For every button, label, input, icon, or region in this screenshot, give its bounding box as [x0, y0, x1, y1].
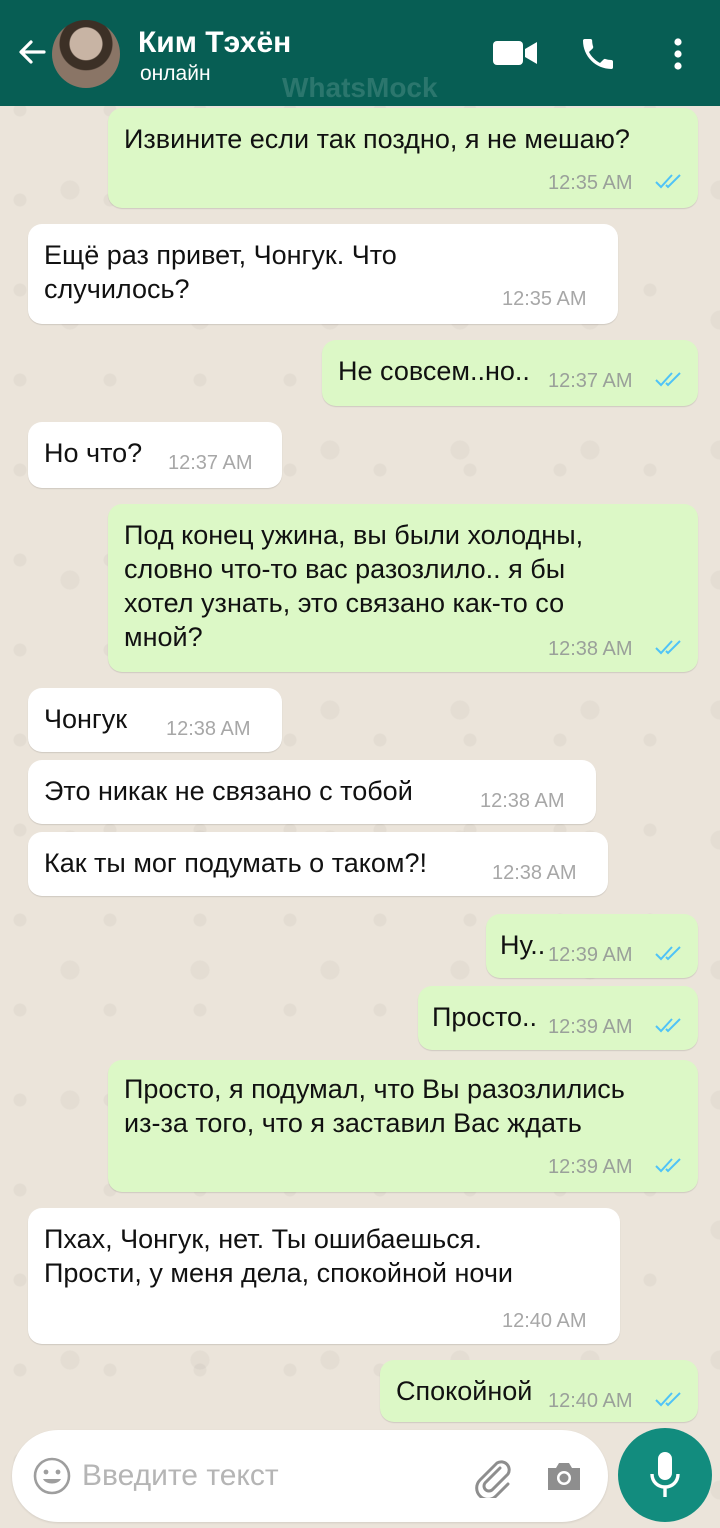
message-text: Ещё раз привет, Чонгук. Что случилось?: [44, 240, 397, 304]
double-check-icon: [655, 1392, 681, 1407]
phone-icon[interactable]: [578, 34, 618, 74]
double-check-icon: [655, 372, 681, 387]
message-input[interactable]: [82, 1450, 452, 1502]
double-check-icon: [655, 1158, 681, 1173]
contact-name[interactable]: Ким Тэхён: [138, 26, 291, 60]
contact-status: онлайн: [140, 62, 211, 85]
message-time: 12:39 AM: [548, 1016, 633, 1038]
message-time: 12:40 AM: [502, 1310, 587, 1332]
message-bubble-outgoing[interactable]: Просто, я подумал, что Вы разозлились из…: [108, 1060, 698, 1192]
message-bubble-incoming[interactable]: Это никак не связано с тобой 12:38 AM: [28, 760, 596, 824]
message-text: Пхах, Чонгук, нет. Ты ошибаешься. Прости…: [44, 1224, 513, 1288]
message-text: Под конец ужина, вы были холодны, словно…: [124, 520, 584, 652]
message-bubble-incoming[interactable]: Пхах, Чонгук, нет. Ты ошибаешься. Прости…: [28, 1208, 620, 1344]
message-bubble-incoming[interactable]: Как ты мог подумать о таком?! 12:38 AM: [28, 832, 608, 896]
message-time: 12:38 AM: [492, 862, 577, 884]
message-bubble-outgoing[interactable]: Ну.. 12:39 AM: [486, 914, 698, 978]
camera-icon[interactable]: [544, 1456, 584, 1496]
emoji-icon[interactable]: [32, 1456, 72, 1496]
message-time: 12:39 AM: [548, 1156, 633, 1178]
message-text: Это никак не связано с тобой: [44, 776, 413, 806]
message-time: 12:37 AM: [168, 452, 253, 474]
message-time: 12:38 AM: [166, 718, 251, 740]
message-time: 12:39 AM: [548, 944, 633, 966]
message-time: 12:38 AM: [548, 638, 633, 660]
message-text: Но что?: [44, 438, 143, 468]
double-check-icon: [655, 946, 681, 961]
message-text: Просто, я подумал, что Вы разозлились из…: [124, 1074, 625, 1138]
menu-icon[interactable]: [664, 34, 692, 74]
message-bubble-incoming[interactable]: Ещё раз привет, Чонгук. Что случилось? 1…: [28, 224, 618, 324]
message-time: 12:37 AM: [548, 370, 633, 392]
message-bubble-outgoing[interactable]: Просто.. 12:39 AM: [418, 986, 698, 1050]
app-watermark: WhatsMock: [282, 72, 438, 103]
message-bubble-outgoing[interactable]: Извините если так поздно, я не мешаю? 12…: [108, 108, 698, 208]
message-time: 12:40 AM: [548, 1390, 633, 1412]
message-text: Чонгук: [44, 704, 128, 734]
double-check-icon: [655, 1018, 681, 1033]
message-bubble-outgoing[interactable]: Спокойной 12:40 AM: [380, 1360, 698, 1422]
message-time: 12:35 AM: [548, 172, 633, 194]
message-text: Ну..: [500, 930, 546, 960]
message-composer: [12, 1430, 608, 1522]
message-bubble-outgoing[interactable]: Под конец ужина, вы были холодны, словно…: [108, 504, 698, 672]
voice-record-button[interactable]: [618, 1428, 712, 1522]
chat-header: Ким Тэхён онлайн WhatsMock: [0, 0, 720, 106]
message-bubble-incoming[interactable]: Но что? 12:37 AM: [28, 422, 282, 488]
message-text: Просто..: [432, 1002, 538, 1032]
message-text: Не совсем..но..: [338, 356, 530, 386]
message-text: Спокойной: [396, 1376, 533, 1406]
microphone-icon: [650, 1452, 680, 1497]
message-bubble-incoming[interactable]: Чонгук 12:38 AM: [28, 688, 282, 752]
double-check-icon: [655, 174, 681, 189]
message-time: 12:38 AM: [480, 790, 565, 812]
double-check-icon: [655, 640, 681, 655]
message-bubble-outgoing[interactable]: Не совсем..но.. 12:37 AM: [322, 340, 698, 406]
back-arrow-icon[interactable]: [14, 34, 50, 70]
video-call-icon[interactable]: [492, 38, 538, 68]
message-text: Как ты мог подумать о таком?!: [44, 848, 427, 878]
message-text: Извините если так поздно, я не мешаю?: [124, 124, 630, 154]
contact-avatar[interactable]: [52, 20, 120, 88]
paperclip-icon[interactable]: [470, 1454, 514, 1498]
message-time: 12:35 AM: [502, 288, 587, 310]
